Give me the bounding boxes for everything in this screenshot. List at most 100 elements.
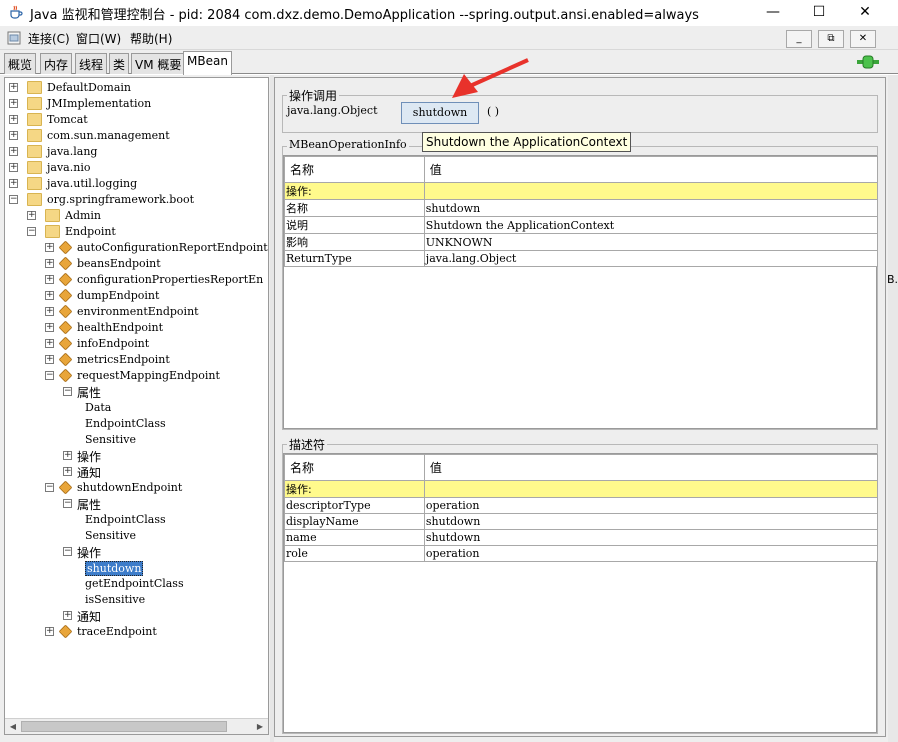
tab-overview[interactable]: 概览 [4,53,37,74]
column-header-value[interactable]: 值 [423,454,879,481]
tree-node[interactable]: − shutdownEndpoint [5,480,268,496]
tree-node[interactable]: − 属性 [5,496,268,512]
tree-node[interactable]: + Admin [5,208,268,224]
collapse-icon[interactable]: − [63,547,72,556]
document-icon[interactable] [6,30,22,46]
tree-node[interactable]: Sensitive [5,432,268,448]
collapse-icon[interactable]: − [45,371,54,380]
mdi-close-icon[interactable]: ✕ [850,30,876,48]
menu-window[interactable]: 窗口(W) [76,30,121,47]
expand-icon[interactable]: + [45,291,54,300]
tree-node[interactable]: + metricsEndpoint [5,352,268,368]
cell-value: UNKNOWN [423,233,879,251]
menu-help[interactable]: 帮助(H) [130,30,172,47]
expand-icon[interactable]: + [9,83,18,92]
tree-node[interactable]: + dumpEndpoint [5,288,268,304]
expand-icon[interactable]: + [45,627,54,636]
tree-node[interactable]: − org.springframework.boot [5,192,268,208]
tree-node[interactable]: isSensitive [5,592,268,608]
minimize-icon[interactable]: — [750,0,796,24]
tree-node[interactable]: + JMImplementation [5,96,268,112]
close-icon[interactable]: ✕ [842,0,888,24]
tree-horizontal-scrollbar[interactable]: ◀ ▶ [5,718,268,734]
expand-icon[interactable]: + [63,451,72,460]
tree-node[interactable]: getEndpointClass [5,576,268,592]
collapse-icon[interactable]: − [9,195,18,204]
descriptor-table-area: 名称 值 操作: descriptorType operation display… [283,453,879,733]
column-header-name[interactable]: 名称 [284,156,425,183]
tree-node[interactable]: + 操作 [5,448,268,464]
expand-icon[interactable]: + [63,467,72,476]
expand-icon[interactable]: + [9,115,18,124]
expand-icon[interactable]: + [27,211,36,220]
expand-icon[interactable]: + [45,323,54,332]
menu-connection[interactable]: 连接(C) [28,30,70,47]
expand-icon[interactable]: + [9,99,18,108]
table-row[interactable]: name shutdown [284,529,879,546]
tab-threads[interactable]: 线程 [75,53,108,74]
tab-mbean[interactable]: MBean [183,51,232,75]
mdi-restore-icon[interactable]: ⧉ [818,30,844,48]
tree-node[interactable]: + com.sun.management [5,128,268,144]
tree-node[interactable]: EndpointClass [5,512,268,528]
tree-node[interactable]: + java.lang [5,144,268,160]
tab-classes[interactable]: 类 [109,53,130,74]
expand-icon[interactable]: + [45,307,54,316]
tree-node-label: Sensitive [85,433,136,446]
column-header-value[interactable]: 值 [423,156,879,183]
scroll-left-icon[interactable]: ◀ [6,720,20,734]
tree-node[interactable]: + traceEndpoint [5,624,268,640]
tree-node[interactable]: + autoConfigurationReportEndpoint [5,240,268,256]
tree-node[interactable]: + 通知 [5,608,268,624]
tree-node-label: getEndpointClass [85,577,184,590]
expand-icon[interactable]: + [45,339,54,348]
tree-node[interactable]: EndpointClass [5,416,268,432]
expand-icon[interactable]: + [45,243,54,252]
column-header-name[interactable]: 名称 [284,454,425,481]
tree-node[interactable]: + java.util.logging [5,176,268,192]
expand-icon[interactable]: + [9,131,18,140]
expand-icon[interactable]: + [45,259,54,268]
expand-icon[interactable]: + [45,355,54,364]
expand-icon[interactable]: + [63,611,72,620]
collapse-icon[interactable]: − [63,499,72,508]
tree-node[interactable]: + beansEndpoint [5,256,268,272]
tree-node[interactable]: shutdown [5,560,268,576]
collapse-icon[interactable]: − [63,387,72,396]
invoke-shutdown-button[interactable]: shutdown [401,102,479,124]
tree-node[interactable]: Sensitive [5,528,268,544]
tree-node[interactable]: + 通知 [5,464,268,480]
tab-memory[interactable]: 内存 [40,53,73,74]
table-row[interactable]: 名称 shutdown [284,199,879,217]
scrollbar-thumb[interactable] [21,721,227,732]
table-row[interactable]: descriptorType operation [284,497,879,514]
tree-node[interactable]: + configurationPropertiesReportEn [5,272,268,288]
tree-node[interactable]: + environmentEndpoint [5,304,268,320]
tree-node[interactable]: Data [5,400,268,416]
scroll-right-icon[interactable]: ▶ [253,720,267,734]
table-row[interactable]: ReturnType java.lang.Object [284,250,879,267]
table-row[interactable]: displayName shutdown [284,513,879,530]
mdi-minimize-icon[interactable]: _ [786,30,812,48]
table-row[interactable]: 影响 UNKNOWN [284,233,879,251]
tab-vm-summary[interactable]: VM 概要 [131,53,186,74]
tree-node[interactable]: − requestMappingEndpoint [5,368,268,384]
tree-node[interactable]: − 属性 [5,384,268,400]
tree-node[interactable]: + infoEndpoint [5,336,268,352]
tree-node[interactable]: − Endpoint [5,224,268,240]
collapse-icon[interactable]: − [27,227,36,236]
tree-node[interactable]: + Tomcat [5,112,268,128]
tree-node[interactable]: + healthEndpoint [5,320,268,336]
tree-node[interactable]: + DefaultDomain [5,80,268,96]
expand-icon[interactable]: + [9,179,18,188]
collapse-icon[interactable]: − [45,483,54,492]
tree-node[interactable]: − 操作 [5,544,268,560]
table-row[interactable]: role operation [284,545,879,562]
expand-icon[interactable]: + [9,147,18,156]
mbean-icon [58,256,73,271]
maximize-icon[interactable]: ☐ [796,0,842,24]
expand-icon[interactable]: + [9,163,18,172]
expand-icon[interactable]: + [45,275,54,284]
table-row[interactable]: 说明 Shutdown the ApplicationContext [284,216,879,234]
tree-node[interactable]: + java.nio [5,160,268,176]
